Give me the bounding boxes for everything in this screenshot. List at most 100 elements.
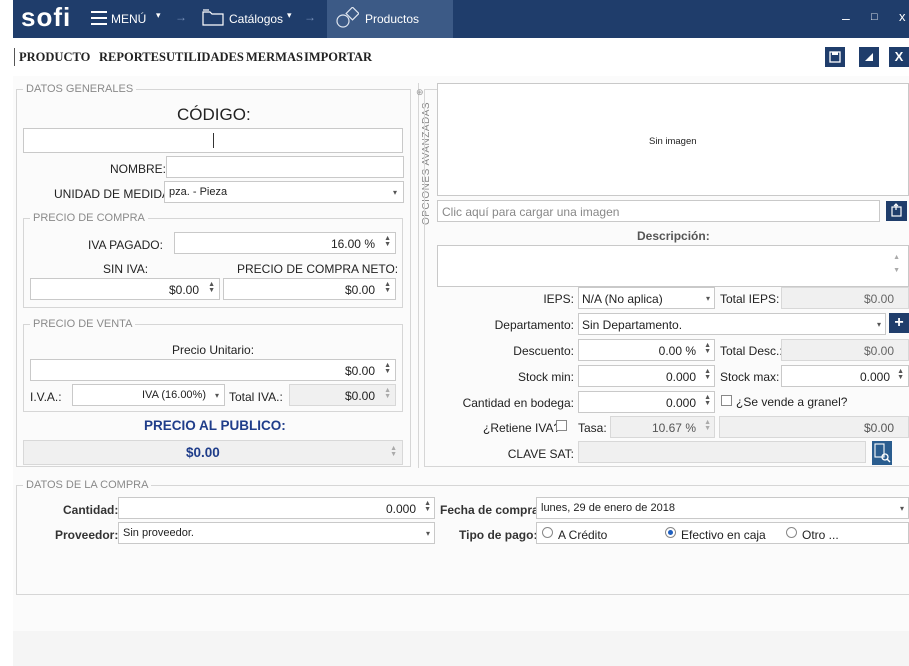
image-box[interactable]: Sin imagen bbox=[437, 83, 909, 196]
chevron-down-icon: ▾ bbox=[214, 391, 219, 400]
precio-unitario-input[interactable]: $0.00 ▲ ▼ bbox=[30, 359, 396, 381]
total-desc-label: Total Desc.: bbox=[720, 344, 783, 358]
granel-label: ¿Se vende a granel? bbox=[736, 395, 848, 409]
productos-tab[interactable]: Productos bbox=[327, 0, 453, 38]
chevron-down-icon: ▾ bbox=[156, 10, 161, 20]
retiene-iva-label: ¿Retiene IVA? bbox=[483, 421, 561, 435]
minimize-button[interactable]: – bbox=[842, 10, 850, 26]
shapes-icon bbox=[335, 6, 360, 29]
menu-bar: PRODUCTO REPORTES UTILIDADES MERMAS IMPO… bbox=[13, 38, 909, 76]
radio-a-credito-label: A Crédito bbox=[558, 528, 608, 542]
descripcion-textarea[interactable]: ▲ ▼ bbox=[437, 245, 909, 287]
precio-publico-label: PRECIO AL PUBLICO: bbox=[144, 418, 286, 433]
menu-item-importar[interactable]: IMPORTAR bbox=[304, 50, 372, 65]
tasa-label: Tasa: bbox=[578, 421, 607, 435]
chevron-down-icon: ▾ bbox=[425, 529, 430, 538]
precio-venta-legend: PRECIO DE VENTA bbox=[30, 318, 136, 330]
proveedor-select[interactable]: Sin proveedor. ▾ bbox=[118, 522, 435, 544]
clave-sat-label: CLAVE SAT: bbox=[507, 447, 574, 461]
menu-button[interactable]: MENÚ bbox=[111, 12, 146, 26]
iva-label: I.V.A.: bbox=[30, 390, 62, 404]
total-ieps-label: Total IEPS: bbox=[720, 292, 780, 306]
codigo-label: CÓDIGO: bbox=[177, 105, 251, 124]
clear-icon[interactable] bbox=[859, 47, 879, 67]
iva-pagado-input[interactable]: 16.00 % ▲ ▼ bbox=[174, 232, 396, 254]
productos-tab-label: Productos bbox=[365, 12, 420, 26]
stock-min-label: Stock min: bbox=[517, 370, 574, 384]
add-department-icon[interactable]: + bbox=[889, 313, 909, 333]
close-window-button[interactable]: x bbox=[899, 9, 906, 24]
save-icon[interactable] bbox=[825, 47, 845, 67]
spinner-icon[interactable]: ▲ ▼ bbox=[897, 368, 904, 381]
menu-item-utilidades[interactable]: UTILIDADES bbox=[166, 50, 244, 65]
departamento-label: Departamento: bbox=[494, 318, 574, 332]
radio-a-credito[interactable] bbox=[542, 527, 553, 538]
sin-iva-input[interactable]: $0.00 ▲ ▼ bbox=[30, 278, 220, 300]
tasa-input: 10.67 % ▲ ▼ bbox=[610, 416, 715, 438]
datos-generales-legend: DATOS GENERALES bbox=[23, 83, 137, 95]
cantidad-input[interactable]: 0.000 ▲ ▼ bbox=[118, 497, 435, 519]
spinner-icon: ▲ ▼ bbox=[384, 387, 391, 400]
collapse-icon[interactable]: ⊕ bbox=[416, 87, 424, 98]
spinner-icon[interactable]: ▲ ▼ bbox=[208, 281, 215, 294]
fecha-compra-label: Fecha de compra: bbox=[440, 503, 543, 517]
spinner-icon[interactable]: ▲ ▼ bbox=[704, 394, 711, 407]
radio-efectivo-caja[interactable] bbox=[665, 527, 676, 538]
retiene-iva-amount: $0.00 bbox=[719, 416, 909, 438]
fecha-compra-picker[interactable]: lunes, 29 de enero de 2018 ▾ bbox=[536, 497, 909, 519]
spinner-icon: ▲ ▼ bbox=[704, 419, 711, 432]
chevron-down-icon: ▾ bbox=[705, 294, 710, 303]
spinner-icon[interactable]: ▲ ▼ bbox=[384, 362, 391, 375]
hamburger-icon[interactable] bbox=[91, 11, 107, 25]
descripcion-label: Descripción: bbox=[637, 229, 710, 243]
close-icon[interactable]: X bbox=[889, 47, 909, 67]
radio-otro[interactable] bbox=[786, 527, 797, 538]
total-iva-input: $0.00 ▲ ▼ bbox=[289, 384, 396, 406]
sin-iva-label: SIN IVA: bbox=[103, 262, 149, 276]
app-logo: sofi bbox=[21, 2, 72, 32]
arrow-right-icon: → bbox=[304, 10, 316, 24]
precio-unitario-label: Precio Unitario: bbox=[172, 343, 255, 357]
maximize-button[interactable]: □ bbox=[871, 11, 878, 23]
ieps-select[interactable]: N/A (No aplica) ▾ bbox=[578, 287, 715, 309]
scroll-arrows-icon[interactable]: ▲ ▼ bbox=[893, 251, 900, 277]
cantidad-bodega-input[interactable]: 0.000 ▲ ▼ bbox=[578, 391, 715, 413]
granel-checkbox[interactable] bbox=[721, 395, 732, 406]
search-sat-icon[interactable] bbox=[872, 441, 892, 465]
precio-compra-neto-input[interactable]: $0.00 ▲ ▼ bbox=[223, 278, 396, 300]
spinner-icon[interactable]: ▲ ▼ bbox=[424, 500, 431, 513]
chevron-down-icon: ▾ bbox=[899, 504, 904, 513]
retiene-iva-checkbox[interactable] bbox=[556, 420, 567, 431]
clave-sat-input[interactable] bbox=[578, 441, 866, 463]
arrow-right-icon: → bbox=[175, 10, 187, 24]
stock-min-input[interactable]: 0.000 ▲ ▼ bbox=[578, 365, 715, 387]
ieps-label: IEPS: bbox=[543, 292, 574, 306]
iva-select[interactable]: IVA (16.00%) ▾ bbox=[72, 384, 225, 406]
spinner-icon[interactable]: ▲ ▼ bbox=[704, 368, 711, 381]
codigo-input[interactable] bbox=[23, 128, 403, 153]
spinner-icon[interactable]: ▲ ▼ bbox=[704, 342, 711, 355]
descuento-input[interactable]: 0.00 % ▲ ▼ bbox=[578, 339, 715, 361]
radio-otro-label: Otro ... bbox=[802, 528, 839, 542]
menu-item-reportes[interactable]: REPORTES bbox=[99, 50, 166, 65]
stock-max-input[interactable]: 0.000 ▲ ▼ bbox=[781, 365, 909, 387]
spinner-icon: ▲ ▼ bbox=[390, 445, 397, 458]
departamento-select[interactable]: Sin Departamento. ▾ bbox=[578, 313, 886, 335]
cantidad-label: Cantidad: bbox=[63, 503, 119, 517]
total-iva-label: Total IVA.: bbox=[229, 390, 283, 404]
proveedor-label: Proveedor: bbox=[55, 528, 119, 542]
catalogos-tab[interactable]: Catálogos bbox=[229, 12, 283, 26]
spinner-icon[interactable]: ▲ ▼ bbox=[384, 281, 391, 294]
cantidad-bodega-label: Cantidad en bodega: bbox=[462, 396, 574, 410]
load-image-icon[interactable] bbox=[886, 201, 907, 221]
nombre-input[interactable] bbox=[166, 156, 404, 178]
text-cursor bbox=[213, 133, 214, 148]
image-path-input[interactable]: Clic aquí para cargar una imagen bbox=[437, 200, 880, 222]
unidad-label: UNIDAD DE MEDIDA: bbox=[54, 187, 174, 201]
menu-item-producto[interactable]: PRODUCTO bbox=[19, 50, 90, 65]
menu-item-mermas[interactable]: MERMAS bbox=[246, 50, 303, 65]
precio-compra-legend: PRECIO DE COMPRA bbox=[30, 212, 148, 224]
spinner-icon[interactable]: ▲ ▼ bbox=[384, 235, 391, 248]
unidad-select[interactable]: pza. - Pieza ▾ bbox=[164, 181, 404, 203]
chevron-down-icon: ▾ bbox=[393, 188, 398, 197]
